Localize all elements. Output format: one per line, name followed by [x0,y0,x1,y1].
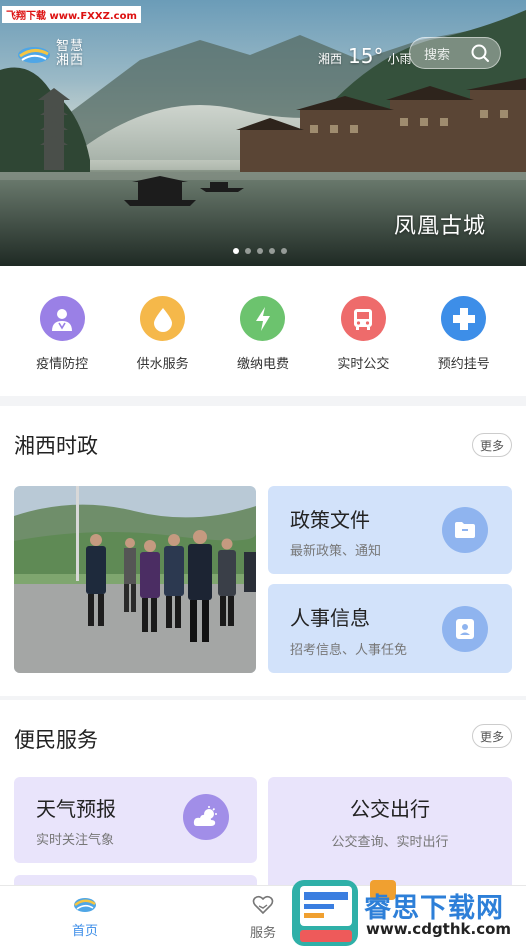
nav-label: 首页 [71,924,98,939]
app-logo: 智慧 湘西 [16,40,84,68]
search-placeholder: 搜索 [424,47,451,63]
search-input[interactable]: 搜索 [409,37,501,69]
water-drop-icon [140,296,186,341]
medical-cross-icon [441,296,487,341]
watermark-label: 飞翔下载 www.FXXZ.com [2,6,141,23]
quick-item-water[interactable]: 供水服务 [118,296,208,396]
carousel-dot[interactable] [233,248,239,254]
quick-item-bus[interactable]: 实时公交 [318,296,408,396]
quick-item-label: 预约挂号 [437,357,490,372]
brand-url: www.cdgthk.com [366,920,512,938]
weather-forecast-card[interactable]: 天气预报 实时关注气象 [14,777,257,863]
card-subtitle: 实时关注气象 [36,833,115,848]
bus-icon [340,296,386,341]
policy-card[interactable]: 政策文件 最新政策、通知 [268,486,512,574]
banner-caption: 凤凰古城 [393,214,486,239]
quick-item-label: 供水服务 [136,357,189,372]
card-subtitle: 招考信息、人事任免 [290,643,408,658]
cloud-logo-icon [18,47,50,63]
nav-label: 服务 [249,926,276,941]
nav-home[interactable]: 首页 [55,894,115,939]
carousel-dot[interactable] [257,248,263,254]
nav-service[interactable]: 服务 [233,894,293,941]
folder-icon [442,507,488,553]
logo-line2: 湘西 [56,53,85,68]
weather-temperature: 15° [348,44,384,68]
card-subtitle: 公交查询、实时出行 [331,835,449,850]
politics-more-button[interactable]: 更多 [472,433,512,457]
carousel-indicator[interactable] [233,248,287,254]
quick-item-electricity[interactable]: 缴纳电费 [218,296,308,396]
weather-icon [183,794,229,840]
news-photo[interactable] [14,486,256,673]
carousel-dot[interactable] [245,248,251,254]
search-icon [471,44,489,62]
services-more-button[interactable]: 更多 [472,724,512,748]
heart-hand-icon [252,895,274,915]
id-card-icon [442,606,488,652]
weather-city: 湘西 [318,52,343,66]
card-title: 人事信息 [290,606,370,630]
hero-banner[interactable]: 飞翔下载 www.FXXZ.com 智慧 湘西 湘西 15° 小雨 搜索 凤凰古… [0,0,526,266]
weather-widget[interactable]: 湘西 15° 小雨 [318,44,411,68]
lightning-icon [240,296,286,341]
card-title: 政策文件 [290,508,370,532]
card-title: 公交出行 [350,797,430,821]
card-subtitle: 最新政策、通知 [290,544,382,559]
quick-item-epidemic[interactable]: 疫情防控 [17,296,107,396]
news-image [14,486,256,673]
quick-item-label: 缴纳电费 [236,357,289,372]
logo-line1: 智慧 [56,39,85,54]
section-title: 便民服务 [14,728,98,752]
quick-item-label: 疫情防控 [36,357,89,372]
quick-item-hospital[interactable]: 预约挂号 [419,296,509,396]
quick-item-label: 实时公交 [337,357,390,372]
weather-condition: 小雨 [387,52,412,66]
doctor-icon [39,296,85,341]
carousel-dot[interactable] [281,248,287,254]
home-logo-icon [74,898,96,912]
carousel-dot[interactable] [269,248,275,254]
card-title: 天气预报 [36,797,116,821]
personnel-card[interactable]: 人事信息 招考信息、人事任免 [268,584,512,673]
section-title: 湘西时政 [14,434,98,458]
politics-section: 湘西时政 更多 政策文件 最新政策、通知 人事信息 招考信息、人事任免 [0,406,526,696]
quick-services: 疫情防控 供水服务 缴纳电费 实时公交 预约挂号 [0,266,526,396]
